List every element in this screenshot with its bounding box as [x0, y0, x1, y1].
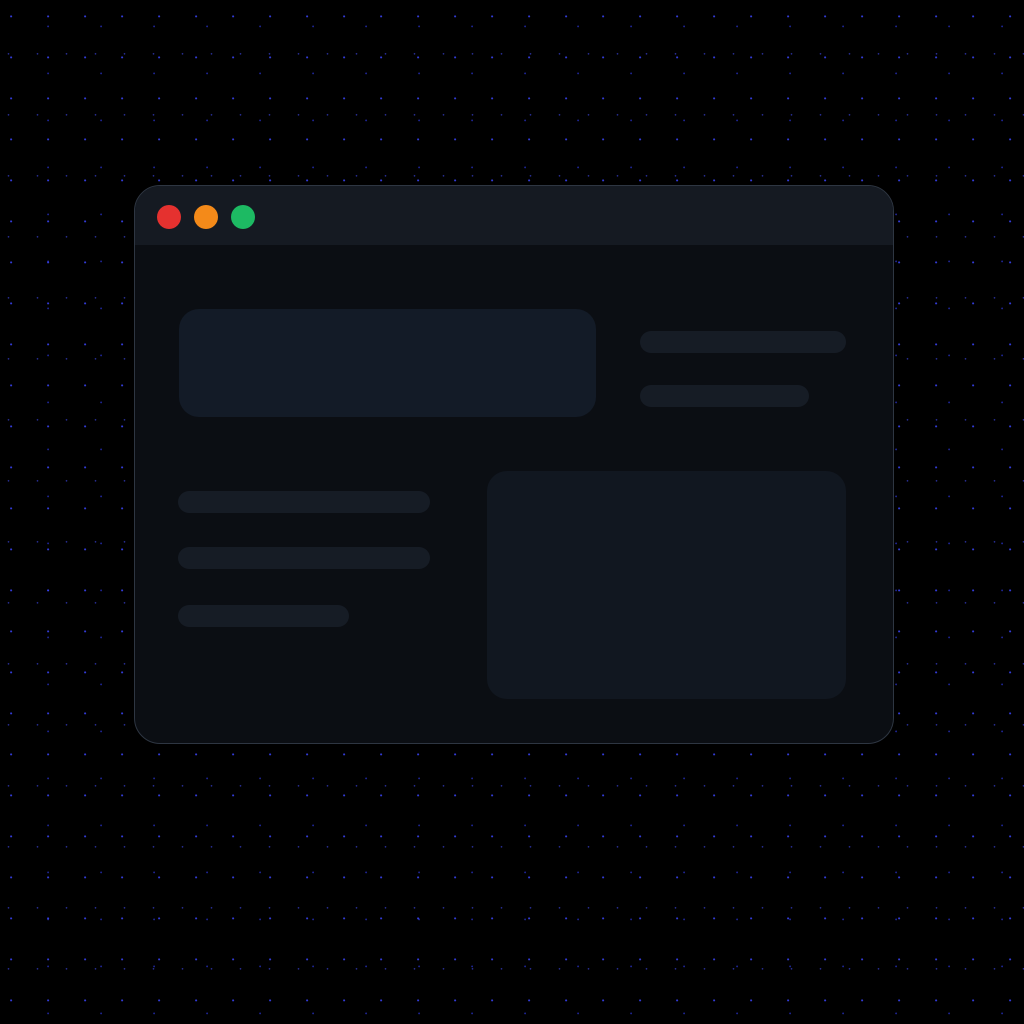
- zoom-window-button[interactable]: [231, 205, 255, 229]
- text-line-placeholder: [178, 605, 349, 627]
- minimize-window-button[interactable]: [194, 205, 218, 229]
- text-line-placeholder: [178, 547, 430, 569]
- hero-card-placeholder: [179, 309, 596, 417]
- text-line-placeholder: [178, 491, 430, 513]
- title-bar[interactable]: [135, 186, 893, 245]
- media-card-placeholder: [487, 471, 846, 699]
- close-window-button[interactable]: [157, 205, 181, 229]
- text-line-placeholder: [640, 331, 846, 353]
- app-window: [134, 185, 894, 744]
- text-line-placeholder: [640, 385, 809, 407]
